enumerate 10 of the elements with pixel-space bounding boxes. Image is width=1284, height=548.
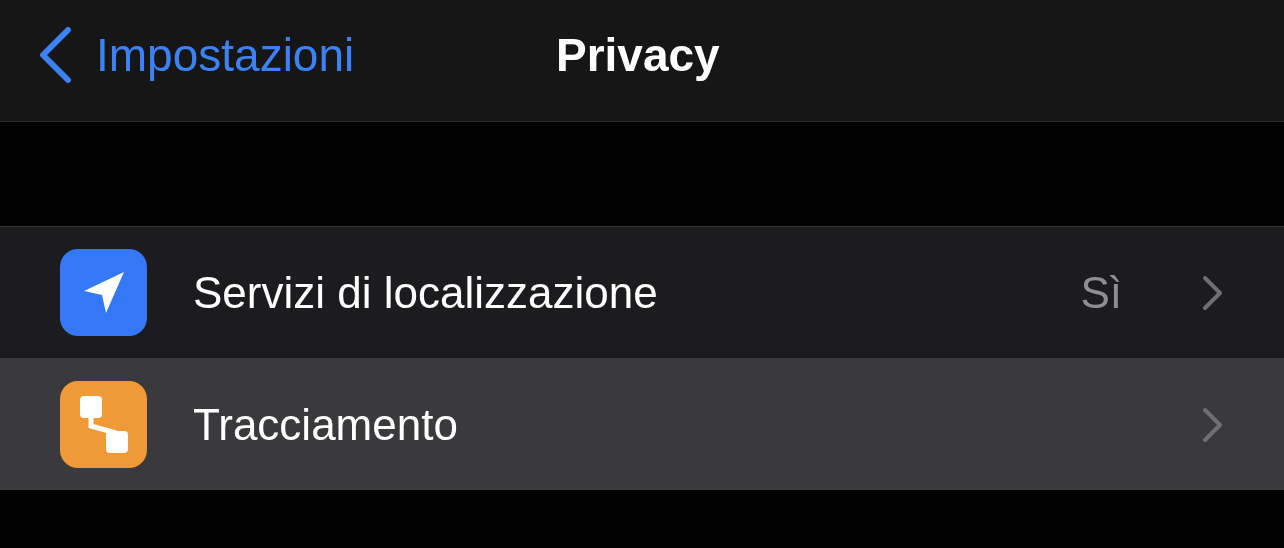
row-label: Tracciamento <box>193 399 459 450</box>
back-button[interactable]: Impostazioni <box>38 26 355 83</box>
row-value: Sì <box>1080 267 1122 318</box>
settings-row[interactable]: Servizi di localizzazione Sì <box>0 226 1284 358</box>
chevron-icon <box>1202 406 1224 443</box>
screen-title: Privacy <box>556 28 720 82</box>
settings-row[interactable]: Tracciamento <box>0 358 1284 490</box>
row-label: Servizi di localizzazione <box>193 267 659 318</box>
chevron-icon <box>1202 274 1224 311</box>
back-chevron-icon <box>38 26 72 83</box>
